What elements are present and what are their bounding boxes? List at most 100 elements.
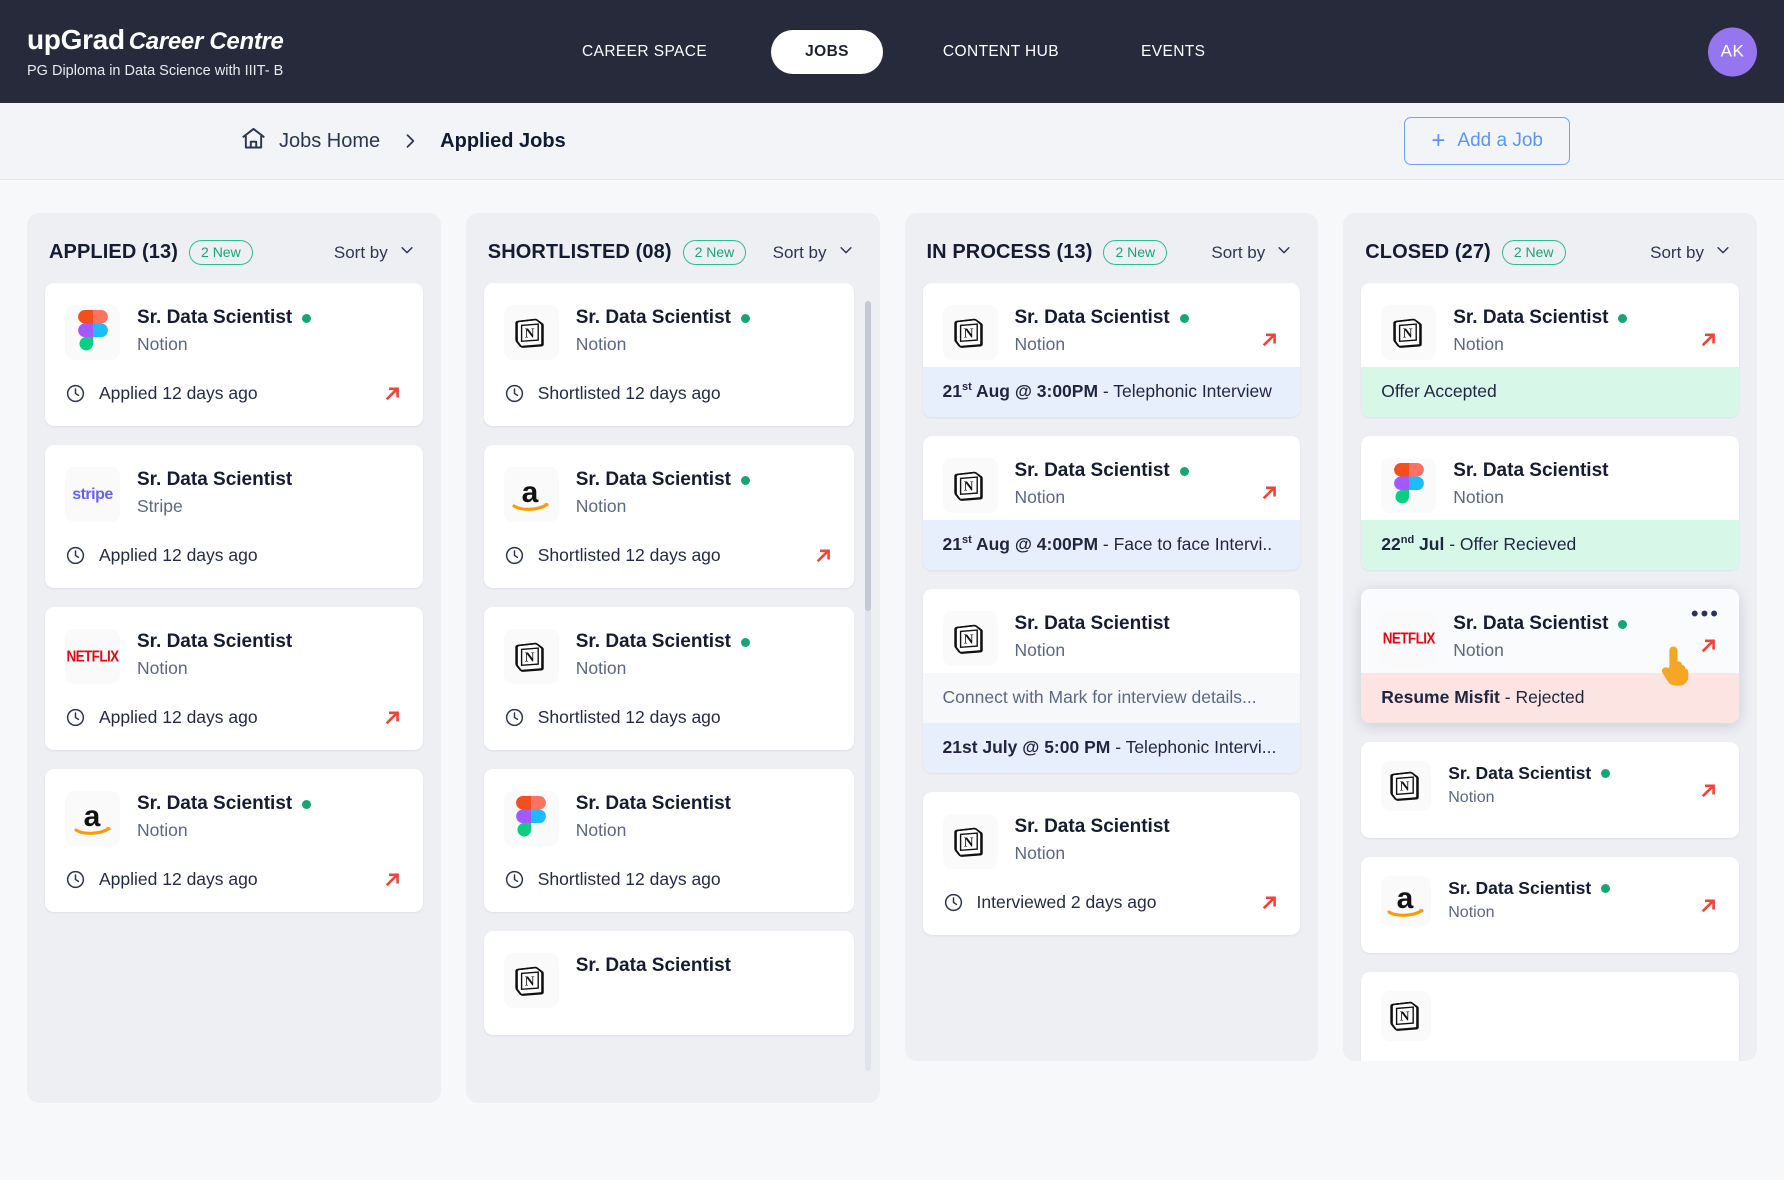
interview-note: Connect with Mark for interview details.… (922, 673, 1301, 723)
open-external-icon[interactable] (382, 707, 403, 733)
breadcrumb-home-link[interactable]: Jobs Home (240, 125, 380, 157)
job-title-text: Sr. Data Scientist (1453, 613, 1609, 634)
job-card[interactable]: N (1361, 972, 1739, 1061)
column-scrollbar[interactable] (864, 301, 871, 1071)
open-external-icon[interactable] (1698, 895, 1719, 921)
job-card[interactable]: NETFLIX Sr. Data Scientist Notion ••• Resum… (1361, 589, 1739, 723)
nav-item-content-hub[interactable]: CONTENT HUB (921, 31, 1081, 73)
company-logo: N (942, 814, 998, 869)
svg-text:N: N (964, 834, 974, 849)
job-card[interactable]: N Sr. Data Scientist Notion 21st Aug @ 3:… (922, 283, 1301, 417)
chevron-down-icon (1714, 241, 1732, 264)
job-card[interactable]: Sr. Data Scientist Notion Applied 12 days… (45, 283, 423, 426)
job-card[interactable]: N Sr. Data Scientist Notion Offer Accepte… (1361, 283, 1739, 417)
chevron-down-icon (398, 241, 416, 264)
company-name: Notion (1453, 640, 1504, 660)
open-external-icon[interactable] (1698, 780, 1719, 806)
column-card-list: N Sr. Data Scientist Notion 21st Aug @ 3:… (905, 283, 1319, 935)
job-card[interactable]: N Sr. Data Scientist Notion Shortlisted 1… (483, 607, 854, 750)
avatar[interactable]: AK (1708, 27, 1757, 76)
job-card[interactable]: N Sr. Data Scientist Notion (1361, 742, 1739, 838)
job-card-footer: Applied 12 days ago (45, 529, 423, 588)
open-external-icon[interactable] (1259, 329, 1280, 355)
brand-block: upGrad Career Centre PG Diploma in Data S… (24, 24, 284, 79)
sort-by-label: Sort by (772, 242, 827, 262)
svg-text:a: a (522, 476, 539, 509)
open-external-icon[interactable] (1259, 482, 1280, 508)
open-external-icon[interactable] (1698, 329, 1719, 355)
sort-by-dropdown[interactable]: Sort by (1211, 241, 1296, 264)
job-card[interactable]: a Sr. Data Scientist Notion Shortlisted 1… (483, 445, 854, 588)
open-external-icon[interactable] (382, 383, 403, 409)
clock-icon (65, 869, 86, 890)
breadcrumb: Jobs Home Applied Jobs (240, 125, 566, 157)
job-card[interactable]: a Sr. Data Scientist Notion Applied 12 da… (45, 769, 423, 912)
company-logo: N (503, 629, 559, 684)
column-applied: APPLIED (13) 2 New Sort by Sr. Data Scie… (27, 213, 441, 1103)
main-nav: CAREER SPACE JOBS CONTENT HUB EVENTS (560, 29, 1227, 74)
job-title-text: Sr. Data Scientist (575, 469, 731, 490)
open-external-icon[interactable] (813, 545, 834, 571)
card-more-options-button[interactable]: ••• (1691, 603, 1720, 625)
job-card-titles: Sr. Data Scientist Notion (1448, 876, 1611, 922)
job-card-titles: Sr. Data Scientist Notion (1453, 611, 1628, 661)
svg-text:N: N (964, 478, 974, 493)
job-card-header: N Sr. Data Scientist Notion (923, 589, 1301, 673)
job-title: Sr. Data Scientist (137, 793, 312, 815)
job-card-footer: Shortlisted 12 days ago (484, 529, 854, 588)
job-title: Sr. Data Scientist (576, 307, 750, 329)
breadcrumb-home-label: Jobs Home (279, 129, 381, 152)
company-logo: N (1381, 305, 1437, 360)
open-external-icon[interactable] (1259, 892, 1280, 918)
job-card[interactable]: N Sr. Data Scientist Notion Shortlisted 1… (483, 283, 854, 426)
job-card[interactable]: NETFLIX Sr. Data Scientist Notion Applied … (45, 607, 423, 750)
column-shortlisted: SHORTLISTED (08) 2 New Sort by N Sr. Dat… (465, 213, 880, 1103)
job-title: Sr. Data Scientist (137, 469, 292, 491)
job-card-header: Sr. Data Scientist Notion (1361, 436, 1739, 520)
open-external-icon[interactable] (382, 869, 403, 895)
svg-text:a: a (83, 800, 100, 833)
job-status-text: Applied 12 days ago (99, 707, 258, 727)
company-logo: a (503, 467, 559, 522)
job-title: Sr. Data Scientist (1015, 613, 1170, 635)
scrollbar-thumb[interactable] (864, 301, 871, 611)
sort-by-dropdown[interactable]: Sort by (1650, 241, 1735, 264)
company-logo: N (942, 305, 998, 360)
sort-by-dropdown[interactable]: Sort by (334, 241, 419, 264)
notion-logo-icon: N (515, 642, 544, 672)
netflix-logo-icon: NETFLIX (1382, 629, 1436, 648)
job-status-text: Shortlisted 12 days ago (537, 707, 721, 727)
job-card[interactable]: N Sr. Data Scientist Notion 21st Aug @ 4:… (922, 436, 1301, 570)
company-name: Stripe (137, 496, 183, 516)
band-text: - Telephonic Interview (1098, 381, 1272, 401)
clock-icon (504, 383, 525, 404)
job-title: Sr. Data Scientist (1015, 460, 1189, 482)
company-logo: stripe (65, 467, 120, 522)
job-card[interactable]: Sr. Data Scientist Notion Shortlisted 12 … (483, 769, 854, 912)
new-status-dot (1179, 313, 1189, 323)
nav-item-jobs[interactable]: JOBS (771, 29, 883, 74)
job-title: Sr. Data Scientist (1448, 763, 1611, 784)
job-card[interactable]: N Sr. Data Scientist (483, 931, 854, 1035)
job-card[interactable]: a Sr. Data Scientist Notion (1361, 857, 1739, 953)
open-external-icon[interactable] (1698, 635, 1719, 661)
status-band: Resume Misfit - Rejected (1361, 673, 1739, 723)
job-card[interactable]: stripe Sr. Data Scientist Stripe Applied 1… (45, 445, 423, 588)
nav-item-career-space[interactable]: CAREER SPACE (560, 31, 729, 73)
job-card-titles: Sr. Data Scientist Notion (576, 791, 731, 841)
new-status-dot (1601, 769, 1611, 778)
sort-by-dropdown[interactable]: Sort by (773, 241, 858, 264)
job-card-titles: Sr. Data Scientist Stripe (137, 467, 292, 517)
job-card[interactable]: Sr. Data Scientist Notion 22nd Jul - Offer… (1361, 436, 1739, 570)
job-card[interactable]: N Sr. Data Scientist Notion Interviewed 2… (922, 792, 1301, 935)
add-job-button[interactable]: + Add a Job (1404, 117, 1570, 165)
company-name: Notion (1014, 334, 1066, 354)
company-name: Notion (575, 334, 627, 354)
column-card-list: Sr. Data Scientist Notion Applied 12 days… (27, 283, 441, 912)
job-card[interactable]: N Sr. Data Scientist Notion Connect with M… (922, 589, 1301, 773)
new-status-dot (740, 637, 750, 647)
amazon-logo-icon: a (73, 800, 111, 835)
nav-item-events[interactable]: EVENTS (1119, 31, 1227, 73)
job-card-header: N Sr. Data Scientist Notion (484, 283, 854, 367)
figma-logo-icon (1393, 462, 1424, 503)
